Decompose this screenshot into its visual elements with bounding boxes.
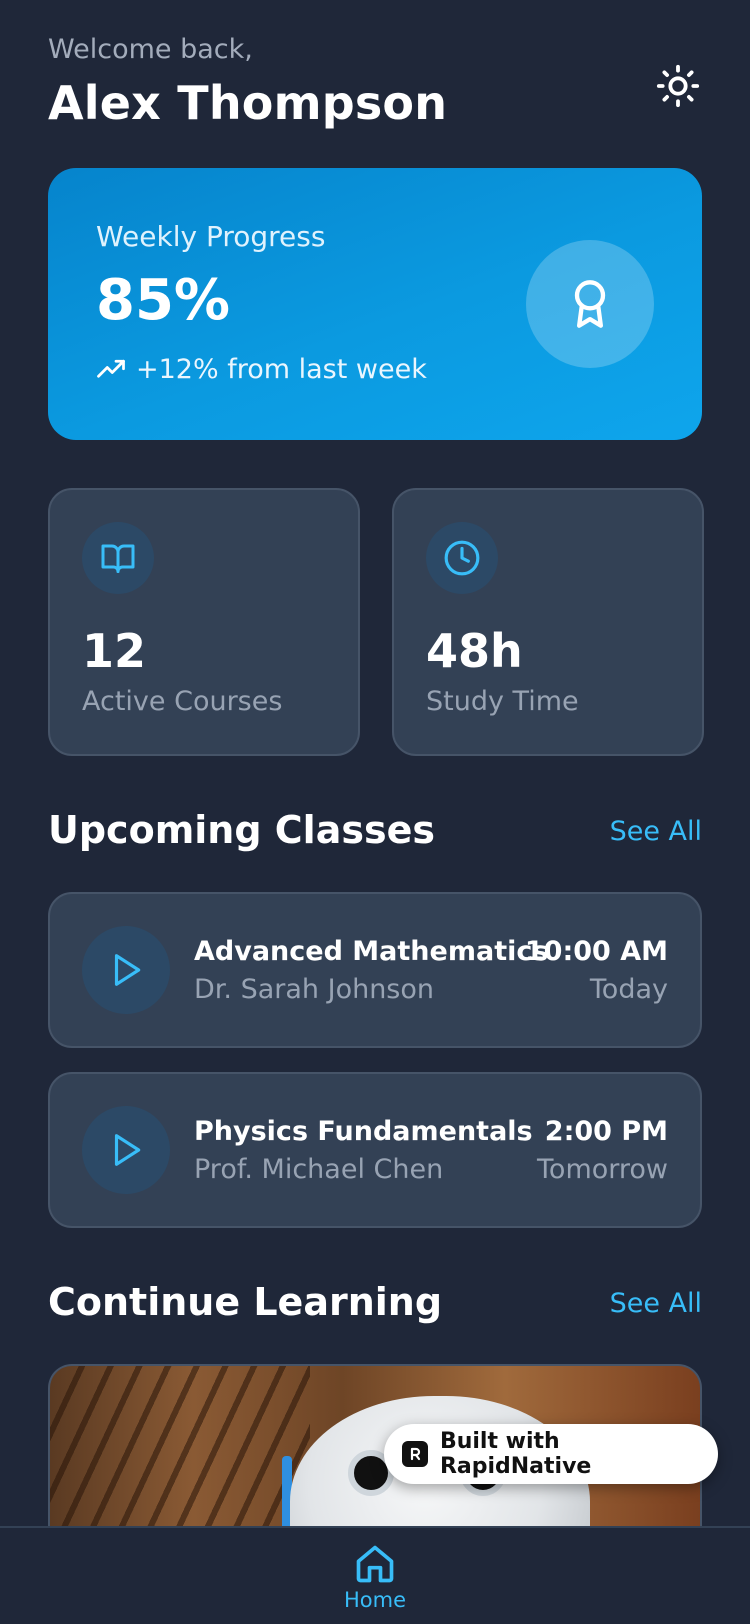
- progress-value: 85%: [96, 268, 231, 333]
- home-icon: [356, 1545, 394, 1583]
- stat-card-active-courses[interactable]: 12 Active Courses: [48, 488, 360, 756]
- stat-label: Study Time: [426, 686, 579, 717]
- sun-icon: [656, 64, 700, 108]
- class-time: 10:00 AM: [524, 936, 668, 967]
- book-open-icon: [101, 544, 135, 573]
- home-screen: Welcome back, Alex Thompson Weekly Progr…: [0, 0, 750, 1624]
- stat-label: Active Courses: [82, 686, 283, 717]
- stat-value: 12: [82, 624, 147, 678]
- stat-card-study-time[interactable]: 48h Study Time: [392, 488, 704, 756]
- class-title: Advanced Mathematics: [194, 936, 549, 967]
- class-title: Physics Fundamentals: [194, 1116, 533, 1147]
- stat-value: 48h: [426, 624, 523, 678]
- built-with-text: Built with RapidNative: [439, 1429, 592, 1479]
- upcoming-see-all-link[interactable]: See All: [610, 816, 702, 847]
- upcoming-classes-title: Upcoming Classes: [48, 808, 435, 852]
- continue-see-all-link[interactable]: See All: [610, 1288, 702, 1319]
- progress-trend: +12% from last week: [96, 354, 427, 385]
- class-day: Tomorrow: [537, 1154, 668, 1185]
- progress-trend-text: +12% from last week: [136, 354, 427, 385]
- continue-learning-title: Continue Learning: [48, 1280, 443, 1324]
- clock-icon: [444, 540, 480, 576]
- play-button[interactable]: [82, 926, 170, 1014]
- class-card[interactable]: Physics Fundamentals Prof. Michael Chen …: [48, 1072, 702, 1228]
- class-teacher: Dr. Sarah Johnson: [194, 974, 435, 1005]
- award-icon: [574, 280, 606, 328]
- trending-up-icon: [97, 359, 125, 378]
- theme-toggle-button[interactable]: [652, 60, 704, 112]
- play-icon: [114, 954, 141, 986]
- class-teacher: Prof. Michael Chen: [194, 1154, 444, 1185]
- class-card[interactable]: Advanced Mathematics Dr. Sarah Johnson 1…: [48, 892, 702, 1048]
- user-name: Alex Thompson: [48, 76, 448, 130]
- nav-item-label: Home: [343, 1588, 406, 1612]
- bottom-navigation: Home: [0, 1526, 750, 1624]
- welcome-text: Welcome back,: [48, 34, 253, 65]
- weekly-progress-card[interactable]: Weekly Progress 85% +12% from last week: [48, 168, 702, 440]
- stat-icon-wrapper: [426, 522, 498, 594]
- nav-item-home[interactable]: Home: [335, 1542, 415, 1624]
- class-day: Today: [589, 974, 668, 1005]
- built-with-badge[interactable]: Built with RapidNative: [384, 1424, 718, 1484]
- play-icon: [114, 1134, 141, 1166]
- rapidnative-logo-icon: [402, 1441, 428, 1467]
- play-button[interactable]: [82, 1106, 170, 1194]
- progress-label: Weekly Progress: [96, 220, 326, 253]
- award-badge: [526, 240, 654, 368]
- class-time: 2:00 PM: [544, 1116, 668, 1147]
- stat-icon-wrapper: [82, 522, 154, 594]
